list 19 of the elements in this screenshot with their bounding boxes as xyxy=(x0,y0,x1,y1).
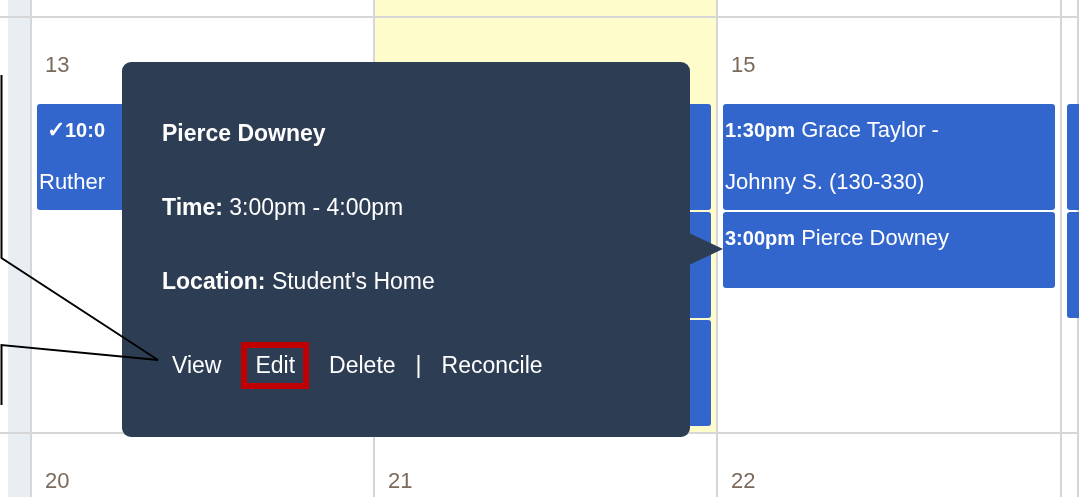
day-number: 13 xyxy=(45,52,70,77)
event-text: 3:00pm Pierce Downey xyxy=(725,225,950,250)
day-number: 15 xyxy=(731,52,756,77)
popover-detail: Location: Student's Home xyxy=(162,268,436,296)
event-time: ✓10:0 xyxy=(46,116,106,144)
separator: | xyxy=(415,352,422,379)
event-title: Ruther xyxy=(39,168,106,196)
popover-link[interactable]: Reconcile xyxy=(427,342,557,389)
popover-link[interactable]: Delete xyxy=(315,342,410,389)
calendar-event[interactable]: 1:30pm Grace Taylor - Johnny S. (130-330) xyxy=(723,104,1055,210)
popover-title: Pierce Downey xyxy=(162,120,327,148)
event-text: 1:30pm Grace Taylor - Johnny S. (130-330) xyxy=(725,117,939,194)
popover-detail: Time: 3:00pm - 4:00pm xyxy=(162,194,405,222)
day-number: 21 xyxy=(388,468,413,493)
calendar-event[interactable]: 3:00pm Pierce Downey xyxy=(723,212,1055,288)
day-number: 22 xyxy=(731,468,756,493)
popover-link[interactable]: View xyxy=(158,342,236,389)
day-number: 20 xyxy=(45,468,70,493)
popover-link[interactable]: Edit xyxy=(241,342,310,389)
